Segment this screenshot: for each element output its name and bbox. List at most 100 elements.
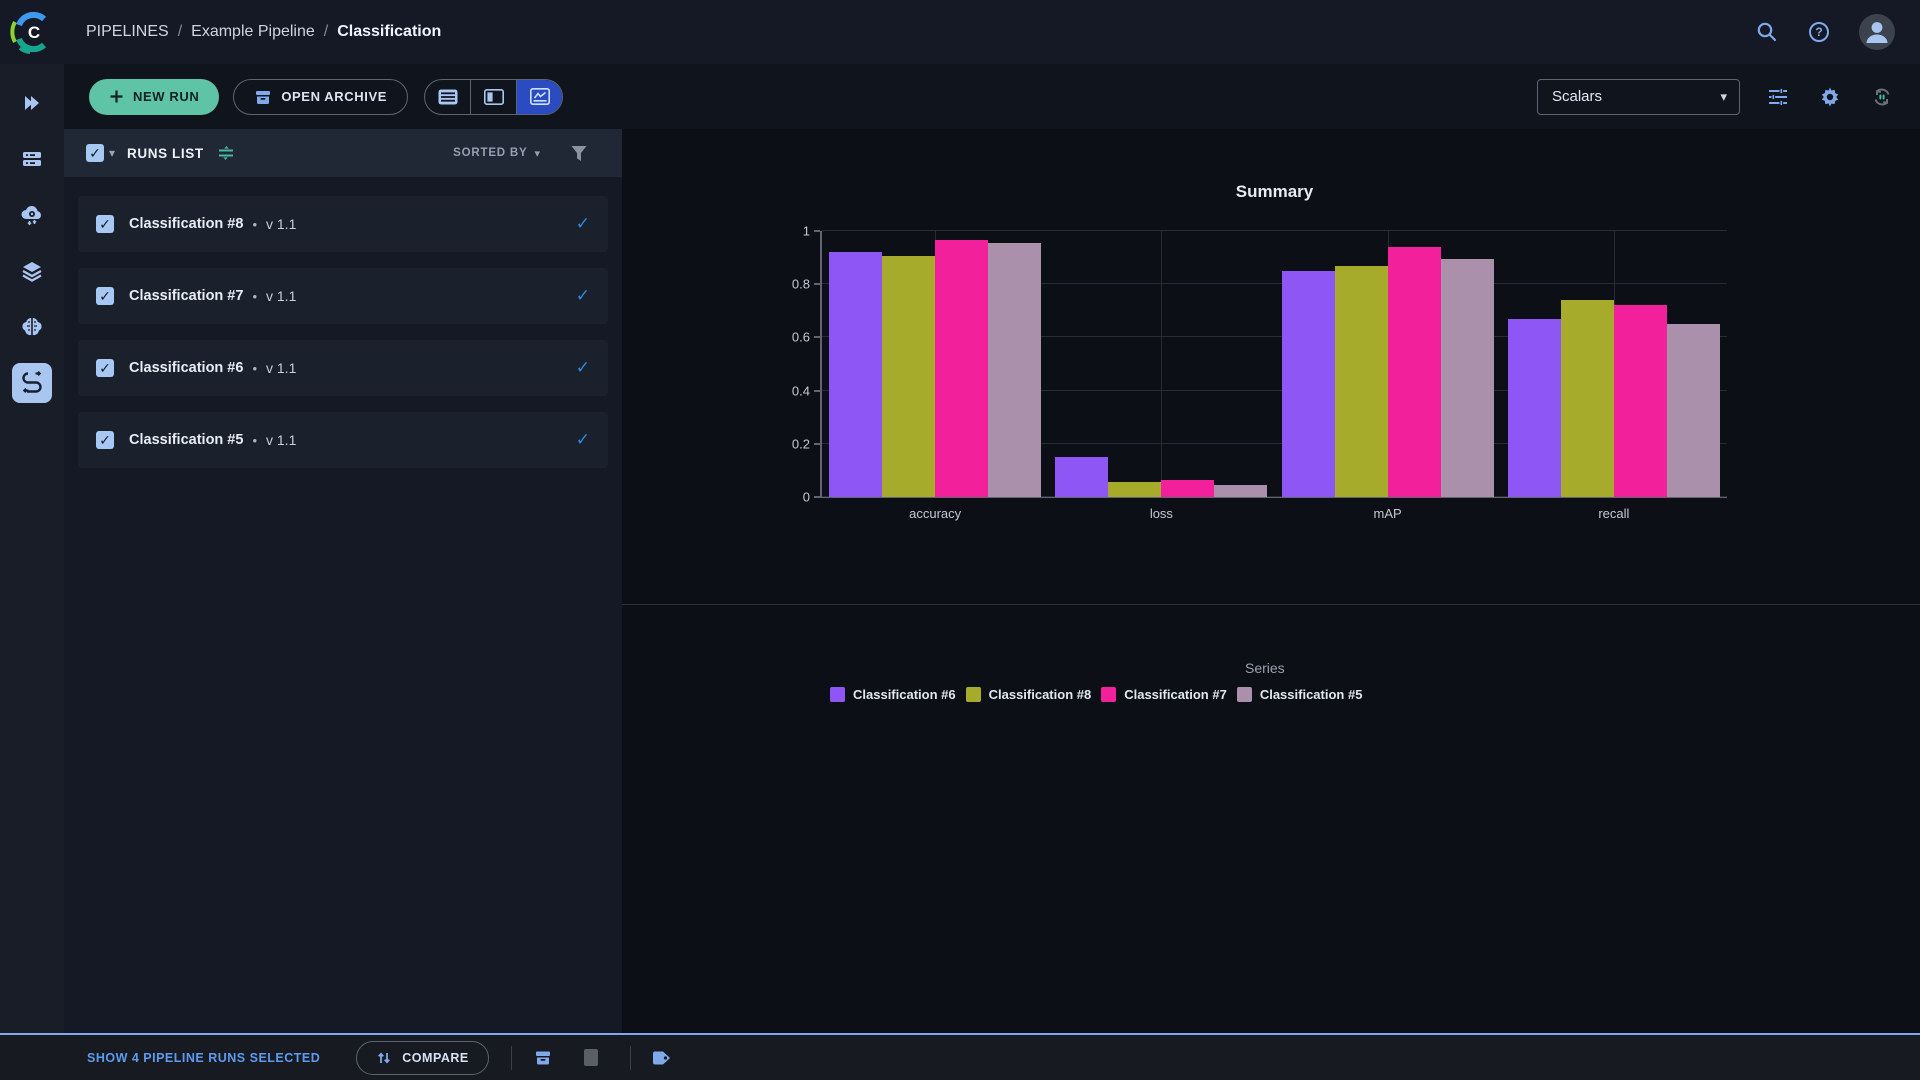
run-row[interactable]: ✓ Classification #8 • v 1.1 ✓ [78,196,608,252]
datasets-icon [22,262,42,282]
y-tick [814,336,820,339]
table-view-button[interactable] [425,79,471,114]
run-row[interactable]: ✓ Classification #7 • v 1.1 ✓ [78,268,608,324]
run-status-check-icon: ✓ [575,214,590,233]
run-name: Classification #5 [129,432,244,448]
sorted-by-button[interactable]: SORTED BY [453,147,527,159]
tag-icon[interactable] [645,1041,679,1075]
h-gridline [822,230,1727,231]
runs-panel: ✓ ▾ RUNS LIST SORTED BY ▾ ✓ Classificatio… [64,129,622,1033]
run-checkbox[interactable]: ✓ [96,215,114,233]
tune-icon[interactable] [1764,83,1792,111]
app-root: C PIPELINES / Example Pipeline / Classif… [0,0,1920,1080]
legend-item[interactable]: Classification #8 [965,687,1092,702]
plot-area: 0 0.2 0.4 0.6 0.8 1 accuracy loss mAP recall [792,224,1727,521]
auto-refresh-icon[interactable] [1868,83,1896,111]
run-row[interactable]: ✓ Classification #6 • v 1.1 ✓ [78,340,608,396]
search-icon[interactable] [1754,19,1780,45]
sidebar-item-projects[interactable] [12,83,52,123]
run-status-check-icon: ✓ [575,430,590,449]
run-status-check-icon: ✓ [575,286,590,305]
x-tick-label: recall [1598,506,1630,521]
breadcrumb-separator: / [323,23,329,40]
sidebar-item-workers[interactable] [12,195,52,235]
bar-classification-#6-accuracy [829,252,883,497]
list-settings-icon[interactable] [217,144,235,162]
legend-label: Classification #8 [988,687,1092,702]
footer-divider [629,1045,631,1070]
open-archive-button[interactable]: OPEN ARCHIVE [233,78,408,115]
bar-classification-#8-mAP [1334,265,1388,497]
select-all-caret-icon[interactable]: ▾ [109,146,115,160]
archive-icon [256,90,271,104]
legend-swatch [965,687,981,702]
runs-header-right: SORTED BY ▾ [453,145,602,162]
chart-view-icon [529,88,550,105]
bar-classification-#7-loss [1161,479,1215,497]
breadcrumb-example-pipeline[interactable]: Example Pipeline [191,23,315,41]
bar-classification-#7-recall [1613,305,1667,497]
metric-type-select[interactable]: Scalars ▾ [1537,78,1740,115]
bar-classification-#7-mAP [1387,246,1441,497]
run-checkbox[interactable]: ✓ [96,359,114,377]
new-run-button[interactable]: NEW RUN [89,78,220,115]
bar-classification-#5-mAP [1440,258,1494,497]
clearml-logo[interactable]: C [8,8,56,56]
y-tick-label: 0.6 [791,329,810,345]
legend-item[interactable]: Classification #6 [830,687,956,702]
metric-type-value: Scalars [1552,88,1603,105]
legend-item[interactable]: Classification #5 [1236,687,1362,702]
bar-classification-#8-accuracy [882,256,936,497]
compare-button[interactable]: COMPARE [356,1040,489,1075]
top-header: C PIPELINES / Example Pipeline / Classif… [0,0,1920,64]
run-version: v 1.1 [266,288,297,304]
bar-classification-#6-loss [1055,457,1109,497]
sidebar-item-queues[interactable] [12,139,52,179]
archive-icon[interactable] [526,1041,560,1075]
bar-classification-#8-recall [1560,300,1614,497]
filter-funnel-icon[interactable] [570,145,588,162]
bar-classification-#5-loss [1214,485,1268,497]
run-row[interactable]: ✓ Classification #5 • v 1.1 ✓ [78,412,608,468]
left-sidebar [0,64,64,1033]
x-tick-label: accuracy [909,506,962,521]
square-icon [574,1041,608,1075]
run-version: v 1.1 [266,432,297,448]
gear-icon[interactable] [1816,83,1844,111]
y-axis-line [820,231,822,498]
chart-panel: Summary 0 0.2 0.4 0.6 0.8 1 accuracy loss mAP rec… [622,129,1920,1033]
sidebar-item-datasets[interactable] [12,251,52,291]
legend-item[interactable]: Classification #7 [1101,687,1227,702]
bullet-icon: • [252,216,257,232]
run-checkbox[interactable]: ✓ [96,287,114,305]
sidebar-item-models[interactable] [12,307,52,347]
select-all-checkbox[interactable]: ✓ [86,144,104,162]
y-tick-label: 0 [802,489,810,505]
y-tick [814,389,820,392]
summary-chart: Summary 0 0.2 0.4 0.6 0.8 1 accuracy loss mAP rec… [622,129,1920,702]
footer-divider [510,1045,512,1070]
y-tick [814,442,820,445]
legend-label: Classification #6 [853,687,956,702]
legend-label: Classification #7 [1124,687,1227,702]
help-icon[interactable]: ? [1806,19,1832,45]
legend-title: Series [1245,660,1285,676]
sidebar-item-pipelines[interactable] [12,363,52,403]
bar-classification-#8-loss [1108,482,1162,497]
selection-count-button[interactable]: SHOW 4 PIPELINE RUNS SELECTED [87,1051,320,1065]
breadcrumb-pipelines[interactable]: PIPELINES [86,23,169,41]
pipelines-icon [22,370,42,394]
header-actions: ? [1754,13,1896,51]
chart-view-button[interactable] [517,79,562,114]
y-tick [814,496,820,498]
y-tick [814,283,820,286]
sorted-by-caret-icon[interactable]: ▾ [534,147,540,160]
split-view-button[interactable] [471,79,517,114]
y-tick [814,230,820,232]
avatar[interactable] [1858,13,1896,51]
runs-list: ✓ Classification #8 • v 1.1 ✓ ✓ Classification… [64,177,622,484]
run-version: v 1.1 [266,360,297,376]
run-checkbox[interactable]: ✓ [96,431,114,449]
chart-legend: Classification #6 Classification #8 Classi… [830,687,1362,702]
legend-swatch [1101,687,1117,702]
